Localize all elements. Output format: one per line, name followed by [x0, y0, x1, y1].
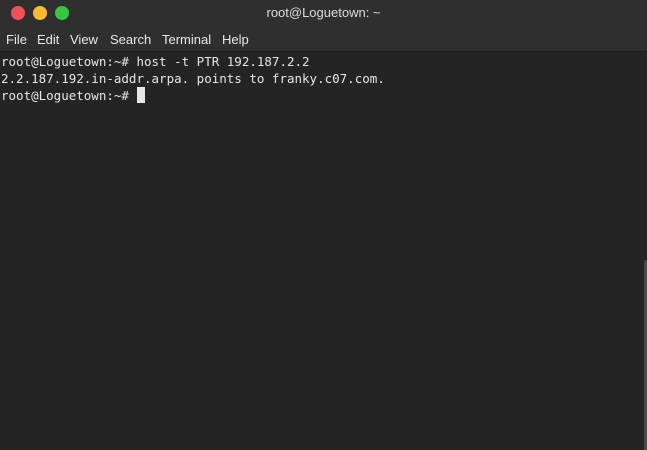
menu-view[interactable]: View: [70, 32, 98, 48]
window-title: root@Loguetown: ~: [266, 5, 381, 20]
terminal-line-prompt: root@Loguetown:~#: [1, 87, 145, 105]
terminal-cursor: [136, 87, 145, 103]
terminal-prompt-current: root@Loguetown:~#: [1, 88, 129, 103]
menu-terminal[interactable]: Terminal: [162, 32, 211, 48]
terminal-content[interactable]: root@Loguetown:~# host -t PTR 192.187.2.…: [0, 52, 645, 450]
menu-help[interactable]: Help: [222, 32, 249, 48]
menu-edit[interactable]: Edit: [37, 32, 59, 48]
terminal-line-output: 2.2.187.192.in-addr.arpa. points to fran…: [1, 70, 385, 88]
menu-bar: File Edit View Search Terminal Help: [0, 26, 647, 52]
terminal-command: host -t PTR 192.187.2.2: [136, 54, 310, 69]
menu-search[interactable]: Search: [110, 32, 151, 48]
terminal-output: 2.2.187.192.in-addr.arpa. points to fran…: [1, 71, 385, 86]
terminal-prompt: root@Loguetown:~#: [1, 54, 129, 69]
terminal-window: root@Loguetown: ~ File Edit View Search …: [0, 0, 647, 450]
title-bar[interactable]: root@Loguetown: ~: [0, 0, 647, 26]
terminal-line-command: root@Loguetown:~# host -t PTR 192.187.2.…: [1, 53, 310, 71]
menu-file[interactable]: File: [6, 32, 27, 48]
